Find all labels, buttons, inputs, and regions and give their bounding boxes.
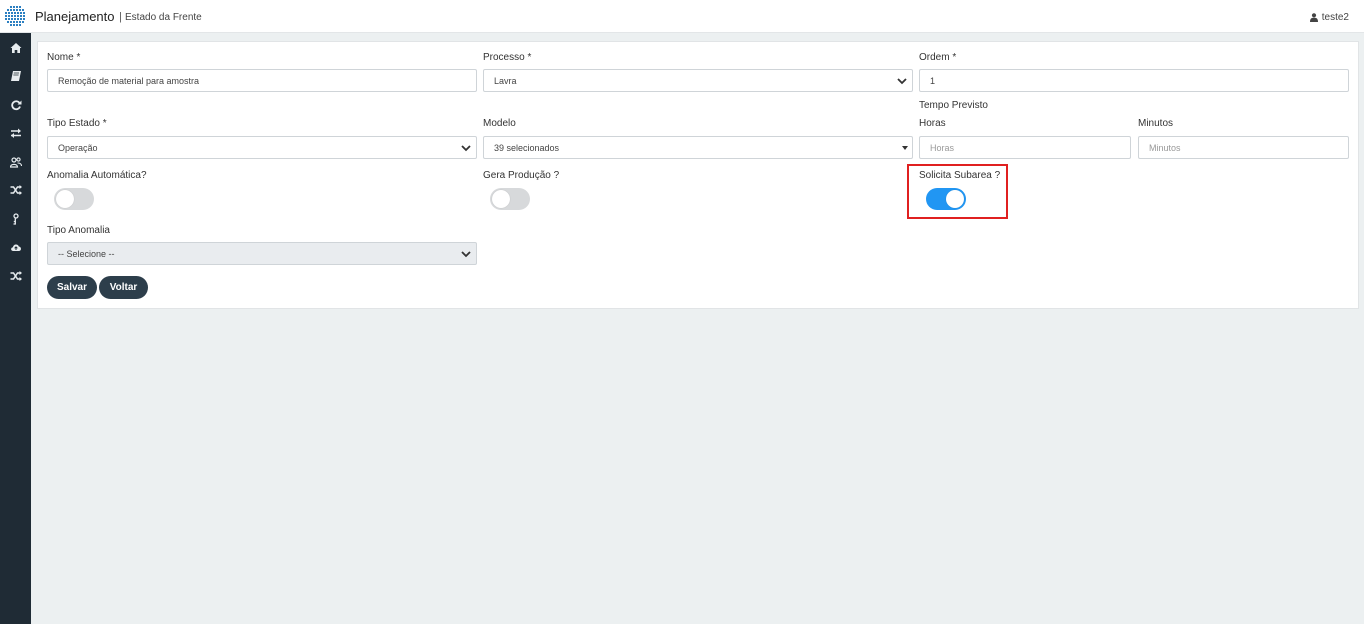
user-name: teste2 [1321,12,1349,23]
chevron-down-icon [461,251,471,258]
gera-producao-toggle[interactable] [490,188,530,210]
minutos-input[interactable]: Minutos [1138,136,1349,159]
tipo-estado-label: Tipo Estado * [47,118,107,129]
cloud-upload-icon [10,244,21,251]
nome-value: Remoção de material para amostra [58,75,200,86]
user-icon [1309,13,1318,22]
sidebar-item-key[interactable] [0,208,31,230]
tipo-anomalia-label: Tipo Anomalia [47,225,110,236]
modelo-multiselect[interactable]: 39 selecionados [483,136,913,159]
nome-label: Nome * [47,52,81,63]
sidebar-item-home[interactable] [0,37,31,59]
title-separator: | [119,11,122,23]
save-button[interactable]: Salvar [47,276,97,299]
ordem-label: Ordem * [919,52,957,63]
anomalia-automatica-toggle[interactable] [54,188,94,210]
sidebar-item-cloud-upload[interactable] [0,236,31,258]
sidebar-item-refresh[interactable] [0,94,31,116]
ordem-value: 1 [930,75,936,86]
exchange-icon [10,128,21,138]
processo-select[interactable]: Lavra [483,69,913,92]
refresh-icon [10,100,21,111]
sidebar-item-users[interactable] [0,151,31,173]
highlight-box [907,164,1008,219]
sidebar-item-exchange[interactable] [0,122,31,144]
shuffle-icon [10,185,22,195]
sidebar-item-shuffle-2[interactable] [0,265,31,287]
nome-input[interactable]: Remoção de material para amostra [47,69,477,92]
modelo-label: Modelo [483,118,516,129]
horas-input[interactable]: Horas [919,136,1131,159]
back-button[interactable]: Voltar [99,276,148,299]
gera-producao-label: Gera Produção ? [483,170,560,181]
app-title: Planejamento [35,9,115,24]
toggle-knob [492,190,510,208]
user-menu[interactable]: teste2 [1309,12,1349,23]
sidebar [0,33,31,624]
processo-label: Processo * [483,52,532,63]
minutos-label: Minutos [1138,118,1174,129]
anomalia-automatica-label: Anomalia Automática? [47,170,147,181]
tipo-anomalia-select[interactable]: -- Selecione -- [47,242,477,265]
tempo-previsto-label: Tempo Previsto [919,100,988,111]
app-logo-icon[interactable] [4,5,26,27]
modelo-value: 39 selecionados [494,142,560,153]
horas-label: Horas [919,118,946,129]
sidebar-item-shuffle[interactable] [0,179,31,201]
book-icon [10,71,21,81]
chevron-down-icon [461,145,471,152]
page-subtitle: Estado da Frente [125,12,202,23]
tipo-estado-select[interactable]: Operação [47,136,477,159]
processo-value: Lavra [494,75,517,86]
home-icon [10,43,21,53]
tipo-estado-value: Operação [58,142,98,153]
chevron-down-icon [897,78,907,85]
caret-down-icon [902,146,908,150]
key-icon [12,213,19,225]
horas-placeholder: Horas [930,142,955,153]
tipo-anomalia-value: -- Selecione -- [58,248,115,259]
shuffle-icon [10,271,22,281]
users-icon [9,157,22,168]
top-bar: Planejamento | Estado da Frente teste2 [0,0,1364,33]
sidebar-item-book[interactable] [0,65,31,87]
toggle-knob [56,190,74,208]
minutos-placeholder: Minutos [1149,142,1181,153]
ordem-input[interactable]: 1 [919,69,1349,92]
